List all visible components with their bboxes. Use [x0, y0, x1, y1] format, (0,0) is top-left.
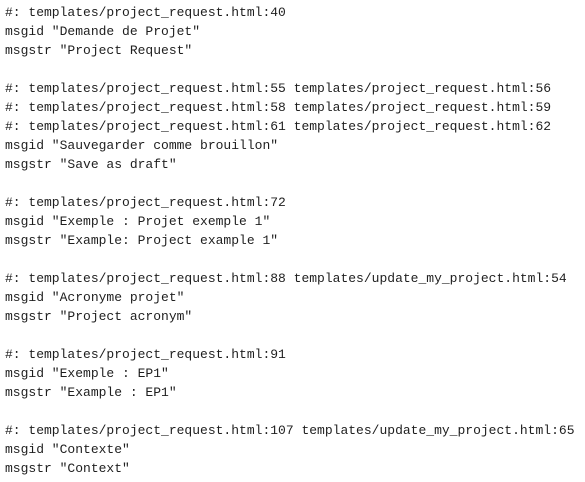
reference-comment: #: templates/project_request.html:91 — [5, 347, 286, 362]
translation-entry: #: templates/project_request.html:40msgi… — [5, 3, 585, 60]
msgid-line: msgid "Exemple : EP1" — [5, 366, 169, 381]
translation-entry: #: templates/project_request.html:55 tem… — [5, 79, 585, 174]
reference-comment: #: templates/project_request.html:58 tem… — [5, 100, 552, 115]
msgid-line: msgid "Contexte" — [5, 442, 130, 457]
reference-comment: #: templates/project_request.html:88 tem… — [5, 271, 567, 286]
reference-comment: #: templates/project_request.html:40 — [5, 5, 286, 20]
translation-entry: #: templates/project_request.html:88 tem… — [5, 269, 585, 326]
msgstr-line: msgstr "Project Request" — [5, 43, 193, 58]
reference-comment: #: templates/project_request.html:72 — [5, 195, 286, 210]
msgid-line: msgid "Sauvegarder comme brouillon" — [5, 138, 279, 153]
msgid-line: msgid "Acronyme projet" — [5, 290, 185, 305]
reference-comment: #: templates/project_request.html:107 te… — [5, 423, 575, 438]
po-file-content: #: templates/project_request.html:40msgi… — [0, 0, 585, 478]
msgstr-line: msgstr "Example : EP1" — [5, 385, 177, 400]
translation-entry: #: templates/project_request.html:91msgi… — [5, 345, 585, 402]
reference-comment: #: templates/project_request.html:61 tem… — [5, 119, 552, 134]
msgid-line: msgid "Exemple : Projet exemple 1" — [5, 214, 271, 229]
msgstr-line: msgstr "Context" — [5, 461, 130, 476]
reference-comment: #: templates/project_request.html:55 tem… — [5, 81, 552, 96]
msgstr-line: msgstr "Project acronym" — [5, 309, 193, 324]
msgstr-line: msgstr "Example: Project example 1" — [5, 233, 279, 248]
msgid-line: msgid "Demande de Projet" — [5, 24, 201, 39]
msgstr-line: msgstr "Save as draft" — [5, 157, 177, 172]
translation-entry: #: templates/project_request.html:107 te… — [5, 421, 585, 478]
translation-entry: #: templates/project_request.html:72msgi… — [5, 193, 585, 250]
